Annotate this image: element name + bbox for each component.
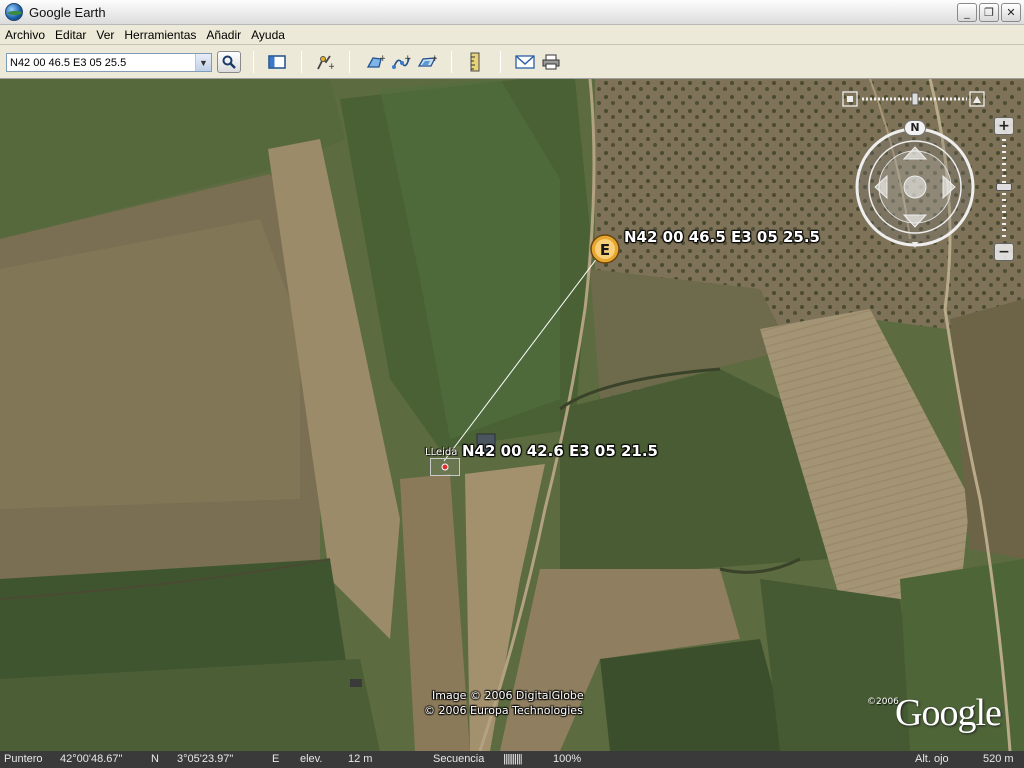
window-title: Google Earth <box>29 4 106 20</box>
add-path-button[interactable]: + <box>390 52 412 72</box>
menu-ayuda[interactable]: Ayuda <box>246 25 290 45</box>
pointer-lat-hemisphere: N <box>151 753 159 765</box>
streaming-label: Secuencia <box>433 753 485 765</box>
sidebar-toggle-button[interactable] <box>266 52 288 72</box>
ruler-button[interactable] <box>464 52 486 72</box>
toolbar-separator <box>253 51 254 73</box>
svg-text:+: + <box>431 54 437 64</box>
placemark-lleida-label: N42 00 42.6 E3 05 21.5 <box>462 442 658 460</box>
navigation-compass[interactable]: N <box>852 120 978 250</box>
add-image-overlay-icon: + <box>417 54 437 67</box>
email-icon <box>515 55 535 69</box>
toolbar: ▼ + + <box>0 45 1024 79</box>
google-earth-app-icon <box>5 3 23 21</box>
toolbar-separator <box>301 51 302 73</box>
add-placemark-icon: + <box>317 55 334 71</box>
search-input[interactable] <box>7 54 195 71</box>
elevation-label: elev. <box>300 753 323 765</box>
add-placemark-button[interactable]: + <box>313 52 335 72</box>
toolbar-separator <box>500 51 501 73</box>
svg-text:+: + <box>328 62 334 71</box>
zoom-control: + − <box>994 117 1014 265</box>
placemark-e-label: N42 00 46.5 E3 05 25.5 <box>624 228 820 246</box>
data-copyright: © 2006 Europa Technologies <box>424 704 583 717</box>
menu-ver[interactable]: Ver <box>91 25 119 45</box>
search-button[interactable] <box>217 51 241 73</box>
compass-icon <box>855 127 975 248</box>
imagery-copyright: Image © 2006 DigitalGlobe <box>432 689 584 702</box>
svg-text:+: + <box>404 54 411 64</box>
toolbar-separator <box>349 51 350 73</box>
close-button[interactable]: ✕ <box>1001 3 1021 22</box>
title-bar[interactable]: Google Earth _ ❐ ✕ <box>0 0 1024 25</box>
streaming-progress-bar: |||||||||| <box>503 753 523 765</box>
add-path-icon: + <box>392 54 411 69</box>
ruler-icon <box>470 52 480 72</box>
minimize-button[interactable]: _ <box>957 3 977 22</box>
tilt-slider[interactable] <box>842 91 987 107</box>
status-bar: Puntero 42°00'48.67" N 3°05'23.97" E ele… <box>0 751 1024 768</box>
search-icon <box>222 55 236 69</box>
compass-north-button[interactable]: N <box>904 120 926 136</box>
add-image-overlay-button[interactable]: + <box>416 52 438 72</box>
menu-bar: Archivo Editar Ver Herramientas Añadir A… <box>0 25 1024 45</box>
eye-altitude-value: 520 m <box>983 753 1014 765</box>
print-button[interactable] <box>540 52 562 72</box>
google-logo: Google <box>895 692 1002 734</box>
elevation-value: 12 m <box>348 753 373 765</box>
chevron-down-icon[interactable]: ▼ <box>195 54 211 71</box>
window-controls: _ ❐ ✕ <box>957 3 1021 22</box>
zoom-out-button[interactable]: − <box>994 243 1014 261</box>
eye-altitude-label: Alt. ojo <box>915 753 949 765</box>
menu-herramientas[interactable]: Herramientas <box>119 25 201 45</box>
pointer-latitude: 42°00'48.67" <box>60 753 123 765</box>
menu-archivo[interactable]: Archivo <box>0 25 50 45</box>
add-polygon-icon: + <box>366 54 385 68</box>
map-viewport[interactable]: E N42 00 46.5 E3 05 25.5 LLeida N42 00 4… <box>0 79 1024 751</box>
menu-anadir[interactable]: Añadir <box>201 25 246 45</box>
svg-text:+: + <box>379 54 385 64</box>
add-polygon-button[interactable]: + <box>364 52 386 72</box>
pointer-lon-hemisphere: E <box>272 753 280 765</box>
search-combo: ▼ <box>6 53 212 72</box>
zoom-in-button[interactable]: + <box>994 117 1014 135</box>
placemark-lleida[interactable] <box>430 458 460 476</box>
sidebar-toggle-icon <box>268 55 286 69</box>
placemark-e[interactable]: E <box>590 234 620 264</box>
zoom-slider-handle[interactable] <box>996 183 1012 191</box>
streaming-percent: 100% <box>553 753 582 765</box>
menu-editar[interactable]: Editar <box>50 25 91 45</box>
placemark-lleida-icon <box>441 463 449 471</box>
maximize-button[interactable]: ❐ <box>979 3 999 22</box>
email-button[interactable] <box>514 52 536 72</box>
google-earth-window: Google Earth _ ❐ ✕ Archivo Editar Ver He… <box>0 0 1024 768</box>
placemark-lleida-small-label: LLeida <box>425 447 458 458</box>
pointer-label: Puntero <box>4 753 43 765</box>
tilt-slider-icon <box>842 91 985 107</box>
pointer-longitude: 3°05'23.97" <box>177 753 234 765</box>
print-icon <box>542 54 560 70</box>
toolbar-separator <box>451 51 452 73</box>
placemark-e-letter: E <box>600 241 610 259</box>
placemark-e-icon: E <box>590 234 620 264</box>
